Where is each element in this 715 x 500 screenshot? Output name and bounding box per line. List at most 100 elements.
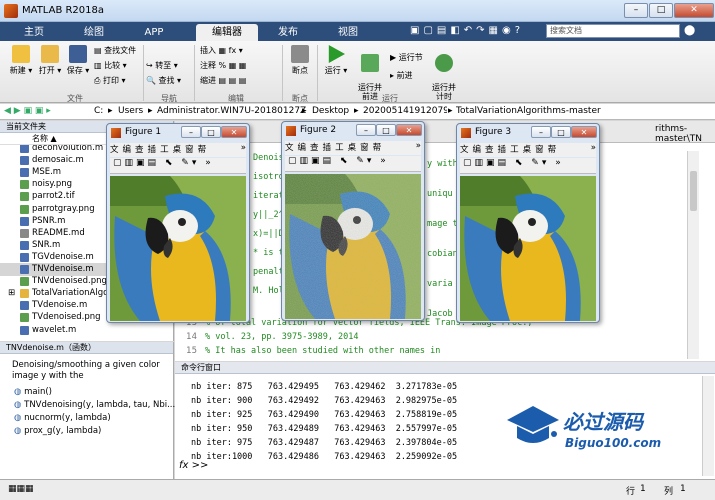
function-item[interactable]: ◍ prox_g(y, lambda) <box>14 425 173 438</box>
code-fragment[interactable]: cobian <box>427 249 458 259</box>
code-area[interactable]: Denoising/smoothingisotropiciterativey||… <box>175 145 680 359</box>
figure-menu-item[interactable]: 工 <box>335 143 344 153</box>
figure-menu-item[interactable]: 窗 <box>360 143 369 153</box>
figure-menu-item[interactable]: 编 <box>298 143 307 153</box>
breakpoints-button[interactable]: 断点 <box>286 45 314 76</box>
figure-tool-icons[interactable]: ▢▥▣▤ ⬉ ✎▾ » <box>285 156 389 166</box>
advance-button[interactable]: ▸ 前进 <box>390 69 413 83</box>
back-arrow-icon[interactable]: ◀ ▶ ▣ ▣ ▸ <box>4 104 51 119</box>
figure-menu-item[interactable]: 桌 <box>348 143 357 153</box>
figure-minimize-button[interactable]: – <box>181 126 201 138</box>
figure-menu-item[interactable]: 文 <box>460 145 469 155</box>
figure-window-2[interactable]: Figure 2 – □ ✕ 文编查插工桌窗帮 » ▢▥▣▤ ⬉ ✎▾ » <box>281 121 425 321</box>
figure-menu-item[interactable]: 文 <box>285 143 294 153</box>
find-files-button[interactable]: ▤ 查找文件 <box>94 44 136 58</box>
function-icon: ◍ <box>14 426 25 436</box>
figure-menu-item[interactable]: 工 <box>510 145 519 155</box>
command-prompt[interactable]: fx >> <box>179 460 208 471</box>
run-and-time-button[interactable]: 运行并 计时 <box>428 45 460 101</box>
print-button[interactable]: ⎙ 打印 ▾ <box>94 74 126 88</box>
figure-menu-item[interactable]: 插 <box>498 145 507 155</box>
comment-button[interactable]: 注释 % ▦ ▦ <box>200 59 246 73</box>
minimize-button[interactable]: – <box>624 3 648 18</box>
breadcrumb-folder[interactable]: 20200514191207967​96 <box>363 104 447 119</box>
figure-window-3[interactable]: Figure 3 – □ ✕ 文编查插工桌窗帮 » ▢▥▣▤ ⬉ ✎▾ » <box>456 123 600 323</box>
figure-menu-item[interactable]: 帮 <box>198 145 207 155</box>
scrollbar-thumb[interactable] <box>690 171 697 211</box>
code-line[interactable]: % vol. 23, pp. 3975-3989, 2014 <box>205 332 359 342</box>
command-scrollbar[interactable] <box>702 376 714 476</box>
breadcrumb-user[interactable]: Administrator.WIN7U-20180127Z <box>157 104 306 119</box>
figure-menu-item[interactable]: 查 <box>135 145 144 155</box>
figure-maximize-button[interactable]: □ <box>376 124 396 136</box>
compare-button[interactable]: ▥ 比较 ▾ <box>94 59 127 73</box>
menu-overflow-icon[interactable]: » <box>416 141 421 151</box>
tab-home[interactable]: 主页 <box>8 24 60 41</box>
breadcrumb-drive[interactable]: C: <box>94 104 103 119</box>
figure-menu-item[interactable]: 插 <box>148 145 157 155</box>
menu-overflow-icon[interactable]: » <box>591 143 596 153</box>
tab-publish[interactable]: 发布 <box>262 24 314 41</box>
help-icon[interactable]: ⬤ <box>684 25 695 36</box>
figure-menu-item[interactable]: 帮 <box>548 145 557 155</box>
figure-maximize-button[interactable]: □ <box>201 126 221 138</box>
figure-maximize-button[interactable]: □ <box>551 126 571 138</box>
function-item[interactable]: ◍ TNVdenoising(y, lambda, tau, Nbi... <box>14 399 175 412</box>
tab-plots[interactable]: 绘图 <box>68 24 120 41</box>
figure-close-button[interactable]: ✕ <box>221 126 247 138</box>
editor-pane[interactable]: rithms-master\TN Denoising/smoothingisot… <box>175 121 715 361</box>
code-line[interactable]: % It has also been studied with other na… <box>205 346 440 356</box>
menu-overflow-icon[interactable]: » <box>241 143 246 153</box>
figure-menu-item[interactable]: 窗 <box>185 145 194 155</box>
figure-menu-item[interactable]: 帮 <box>373 143 382 153</box>
tab-view[interactable]: 视图 <box>322 24 374 41</box>
figure-menu-item[interactable]: 文 <box>110 145 119 155</box>
find-button[interactable]: 🔍 查找 ▾ <box>146 74 181 88</box>
figure-tool-icons[interactable]: ▢▥▣▤ ⬉ ✎▾ » <box>110 158 214 168</box>
figure-minimize-button[interactable]: – <box>531 126 551 138</box>
run-button[interactable]: 运行 ▾ <box>322 45 350 76</box>
insert-button[interactable]: 插入 ▦ fx ▾ <box>200 44 243 58</box>
figure-menu-item[interactable]: 工 <box>160 145 169 155</box>
function-item[interactable]: ◍ nucnorm(y, lambda) <box>14 412 173 425</box>
figure-menu-item[interactable]: 查 <box>485 145 494 155</box>
tab-apps[interactable]: APP <box>128 24 180 41</box>
breadcrumb-project[interactable]: TotalVariationAlgorithms-master <box>456 104 601 119</box>
goto-button[interactable]: ↪ 转至 ▾ <box>146 59 178 73</box>
figure-menubar: 文编查插工桌窗帮 » <box>285 141 421 155</box>
search-documentation-input[interactable]: 搜索文档 <box>546 24 680 38</box>
figure-close-button[interactable]: ✕ <box>571 126 597 138</box>
figure-menu-item[interactable]: 插 <box>323 143 332 153</box>
figure-close-button[interactable]: ✕ <box>396 124 422 136</box>
tab-editor[interactable]: 编辑器 <box>196 24 258 41</box>
figure-menu-item[interactable]: 编 <box>473 145 482 155</box>
new-button[interactable]: 新建 ▾ <box>6 45 36 76</box>
figure-menu-item[interactable]: 编 <box>123 145 132 155</box>
figure-menu-item[interactable]: 查 <box>310 143 319 153</box>
code-fragment[interactable]: mage t <box>427 219 458 229</box>
address-bar[interactable]: ◀ ▶ ▣ ▣ ▸ C: ▸ Users ▸ Administrator.WIN… <box>0 104 715 120</box>
save-button[interactable]: 保存 ▾ <box>64 45 92 76</box>
maximize-button[interactable]: □ <box>649 3 673 18</box>
breadcrumb-users[interactable]: Users <box>118 104 143 119</box>
code-fragment[interactable]: Jacob <box>427 309 453 319</box>
figure-menu-item[interactable]: 窗 <box>535 145 544 155</box>
breadcrumb-desktop[interactable]: Desktop <box>312 104 349 119</box>
quick-access-toolbar[interactable]: ▣▢▤◧↶↷▦◉? <box>410 25 524 36</box>
file-list-item[interactable]: wavelet.m <box>0 324 172 337</box>
code-fragment[interactable]: uniqu <box>427 189 453 199</box>
expand-icon[interactable]: ⊞ <box>8 287 15 300</box>
editor-scrollbar[interactable] <box>687 151 699 359</box>
code-fragment[interactable]: y with <box>427 159 458 169</box>
indent-button[interactable]: 缩进 ▤ ▤ ▤ <box>200 74 246 88</box>
figure-tool-icons[interactable]: ▢▥▣▤ ⬉ ✎▾ » <box>460 158 564 168</box>
code-fragment[interactable]: varia <box>427 279 453 289</box>
figure-window-1[interactable]: Figure 1 – □ ✕ 文编查插工桌窗帮 » ▢▥▣▤ ⬉ ✎▾ » <box>106 123 250 323</box>
function-item[interactable]: ◍ main() <box>14 386 173 399</box>
run-section-button[interactable]: ▶ 运行节 <box>390 51 423 65</box>
figure-menu-item[interactable]: 桌 <box>173 145 182 155</box>
close-button[interactable]: ✕ <box>674 3 714 18</box>
open-button[interactable]: 打开 ▾ <box>36 45 64 76</box>
figure-menu-item[interactable]: 桌 <box>523 145 532 155</box>
figure-minimize-button[interactable]: – <box>356 124 376 136</box>
